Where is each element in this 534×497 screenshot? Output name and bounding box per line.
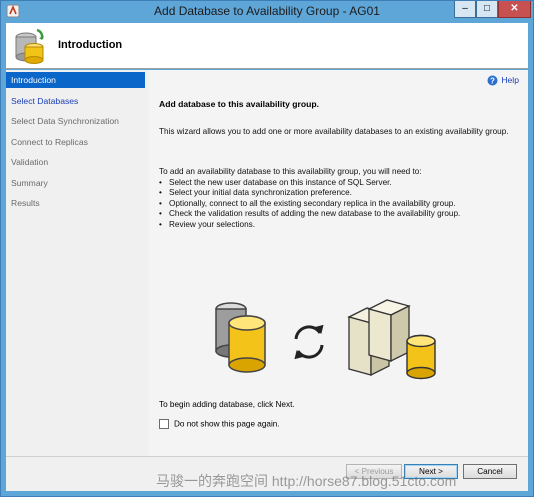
list-item: Check the validation results of adding t…	[159, 209, 519, 219]
cancel-button[interactable]: Cancel	[463, 464, 517, 479]
list-intro: To add an availability database to this …	[159, 167, 422, 176]
minimize-button[interactable]: –	[454, 1, 476, 18]
main-heading: Add database to this availability group.	[159, 99, 319, 109]
wizard-window: Add Database to Availability Group - AG0…	[0, 0, 534, 497]
list-item: Optionally, connect to all the existing …	[159, 199, 519, 209]
list-item: Select your initial data synchronization…	[159, 188, 519, 198]
list-item: Select the new user database on this ins…	[159, 178, 519, 188]
footer-divider	[6, 456, 528, 457]
title-bar[interactable]: Add Database to Availability Group - AG0…	[1, 1, 533, 21]
close-button[interactable]: ✕	[498, 1, 531, 18]
watermark-text: 马骏一的奔跑空间 http://horse87.blog.51cto.com	[156, 473, 457, 489]
nav-item-select-data-synchronization: Select Data Synchronization	[11, 116, 119, 126]
sync-arrows-icon	[294, 324, 324, 360]
do-not-show-checkbox[interactable]	[159, 419, 169, 429]
steps-list: Select the new user database on this ins…	[159, 178, 519, 230]
nav-item-results: Results	[11, 198, 40, 208]
begin-instructions: To begin adding database, click Next.	[159, 400, 295, 409]
page-header: Introduction	[6, 23, 528, 69]
maximize-button[interactable]: □	[476, 1, 498, 18]
wizard-body: Introduction Select Databases Select Dat…	[6, 70, 528, 491]
list-item: Review your selections.	[159, 220, 519, 230]
database-wizard-icon	[15, 28, 44, 64]
intro-paragraph: This wizard allows you to add one or mor…	[159, 127, 509, 136]
database-icon	[215, 302, 266, 373]
database-replication-illustration	[215, 299, 436, 380]
nav-item-summary: Summary	[11, 178, 48, 188]
do-not-show-row[interactable]: Do not show this page again.	[159, 419, 280, 431]
help-link[interactable]: ? Help	[487, 75, 519, 86]
main-panel: ? Help Add database to this availability…	[149, 70, 528, 456]
svg-text:?: ?	[490, 77, 495, 86]
server-database-icon	[347, 299, 436, 380]
help-label[interactable]: Help	[501, 75, 519, 85]
nav-item-select-databases[interactable]: Select Databases	[6, 93, 145, 109]
nav-item-connect-to-replicas: Connect to Replicas	[11, 137, 88, 147]
nav-item-introduction[interactable]: Introduction	[6, 72, 145, 88]
page-title: Introduction	[58, 39, 123, 51]
nav-item-validation: Validation	[11, 157, 49, 167]
wizard-steps-nav: Introduction Select Databases Select Dat…	[6, 70, 145, 456]
do-not-show-label[interactable]: Do not show this page again.	[174, 420, 280, 429]
help-icon: ?	[487, 75, 498, 86]
